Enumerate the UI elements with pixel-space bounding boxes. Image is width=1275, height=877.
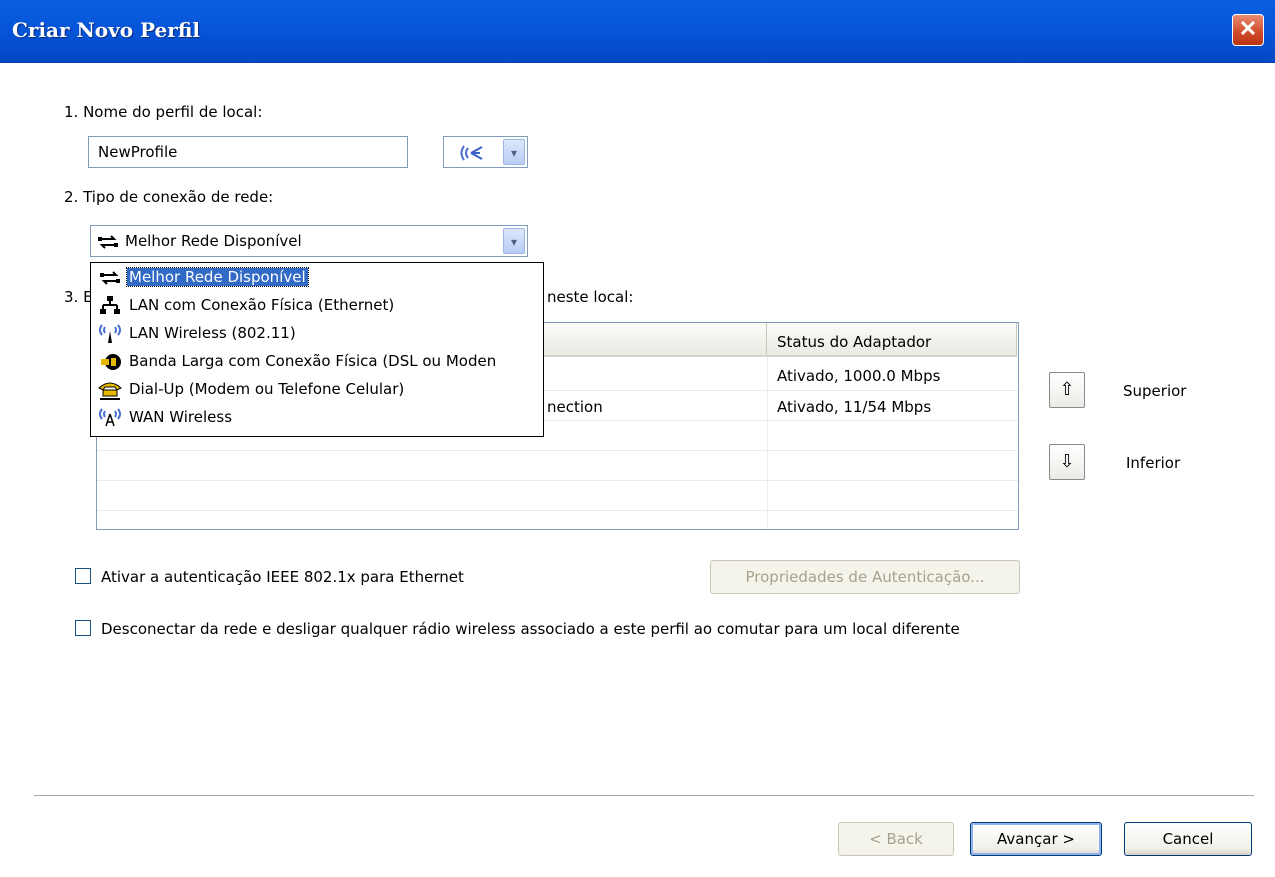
connection-type-label: 2. Tipo de conexão de rede: [64,188,274,206]
best-network-icon [98,235,118,249]
dropdown-item-label: LAN Wireless (802.11) [129,324,296,342]
connection-type-select[interactable]: Melhor Rede Disponível ▾ [90,225,528,257]
window-title: Criar Novo Perfil [12,18,200,42]
adapter-name: nection [547,398,603,416]
dropdown-item-best-network[interactable]: Melhor Rede Disponível [91,265,543,291]
dropdown-item-label: Melhor Rede Disponível [126,267,309,287]
adapter-status: Ativado, 1000.0 Mbps [777,367,941,385]
connection-type-dropdown[interactable]: Melhor Rede Disponível LAN com Conexão F… [90,262,544,437]
column-header-status[interactable]: Status do Adaptador [767,323,1017,357]
adapters-label-start: 3. E [64,288,93,306]
dropdown-item-label: Dial-Up (Modem ou Telefone Celular) [129,380,405,398]
close-button[interactable]: ✕ [1232,14,1264,46]
ieee-8021x-checkbox[interactable] [75,568,91,584]
ethernet-icon [100,296,120,314]
wireless-lan-icon [99,324,121,343]
chevron-down-icon[interactable]: ▾ [503,139,525,165]
ieee-8021x-label[interactable]: Ativar a autenticação IEEE 802.1x para E… [101,568,464,586]
dropdown-item-dialup[interactable]: Dial-Up (Modem ou Telefone Celular) [91,377,543,403]
move-down-label: Inferior [1126,454,1181,472]
arrow-down-icon: ⇩ [1059,451,1075,472]
move-up-button[interactable]: ⇧ [1049,372,1085,408]
best-network-icon [100,271,120,285]
dropdown-item-label: Banda Larga com Conexão Física (DSL ou M… [129,352,497,370]
cancel-button[interactable]: Cancel [1124,822,1252,856]
adapter-status: Ativado, 11/54 Mbps [777,398,932,416]
chevron-down-icon[interactable]: ▾ [503,228,525,254]
move-up-label: Superior [1123,382,1187,400]
arrow-up-icon: ⇧ [1059,379,1075,400]
adapters-label-end: neste local: [547,288,634,306]
dropdown-item-broadband[interactable]: Banda Larga com Conexão Física (DSL ou M… [91,349,543,375]
profile-icon-select[interactable]: ▾ [443,136,528,168]
profile-name-label: 1. Nome do perfil de local: [64,103,263,121]
footer-separator [34,795,1254,796]
dropdown-item-wireless-wan[interactable]: WAN Wireless [91,405,543,431]
auth-properties-button[interactable]: Propriedades de Autenticação... [710,560,1020,594]
move-down-button[interactable]: ⇩ [1049,444,1085,480]
close-icon: ✕ [1238,16,1258,41]
profile-name-input[interactable]: NewProfile [88,136,408,168]
dropdown-item-label: WAN Wireless [129,408,233,426]
next-button[interactable]: Avançar > [970,822,1102,856]
disconnect-checkbox[interactable] [75,620,91,636]
wireless-wan-icon [99,408,121,427]
dropdown-item-label: LAN com Conexão Física (Ethernet) [129,296,395,314]
disconnect-label[interactable]: Desconectar da rede e desligar qualquer … [101,620,960,638]
back-button[interactable]: < Back [838,822,954,856]
connection-type-value: Melhor Rede Disponível [125,232,302,250]
dialup-phone-icon [98,382,122,400]
dropdown-item-ethernet[interactable]: LAN com Conexão Física (Ethernet) [91,293,543,319]
title-bar: Criar Novo Perfil ✕ [0,0,1275,63]
profile-signal-icon [460,145,483,161]
dropdown-item-wireless-lan[interactable]: LAN Wireless (802.11) [91,321,543,347]
broadband-icon [101,354,121,370]
